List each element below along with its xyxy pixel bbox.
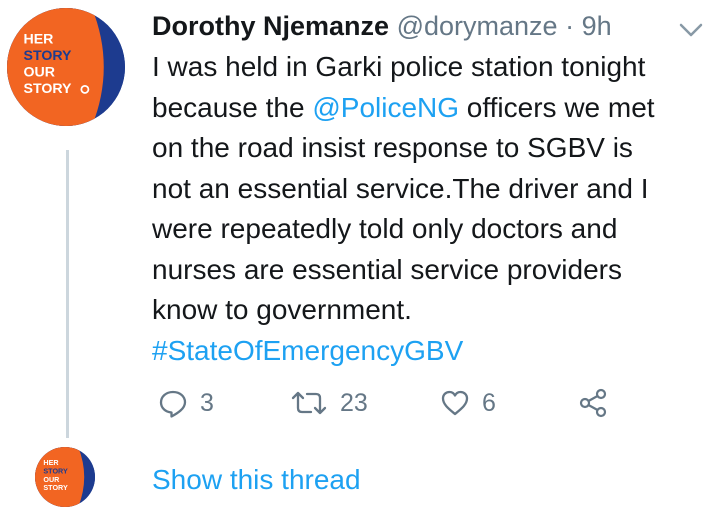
avatar-logo: HER STORY OUR STORY: [7, 8, 125, 126]
reply-icon: [159, 390, 187, 418]
caret-down-icon[interactable]: [676, 18, 706, 42]
thread-avatar[interactable]: HER STORY OUR STORY: [35, 447, 95, 507]
thread-avatar-text-story: STORY: [43, 466, 68, 475]
thread-connector-line: [66, 150, 69, 438]
tweet-text-line: on the road insist response to SGBV is: [152, 132, 633, 163]
tweet-actions: 3 23 6: [158, 383, 698, 423]
like-count: 6: [482, 388, 496, 417]
tweet-time[interactable]: 9h: [582, 11, 612, 41]
tweet-text-line: were repeatedly told only doctors and: [152, 213, 618, 244]
tweet-text: I was held in Garki police station tonig…: [152, 47, 692, 371]
avatar-text-story: STORY: [24, 48, 73, 64]
thread-avatar-text-story-2: STORY: [43, 483, 68, 492]
retweet-button[interactable]: 23: [290, 383, 368, 423]
like-button[interactable]: 6: [440, 383, 496, 423]
avatar-text-story-2: STORY: [24, 81, 73, 97]
reply-count: 3: [200, 388, 214, 417]
share-button[interactable]: [578, 383, 608, 423]
avatar-logo-small: HER STORY OUR STORY: [35, 447, 95, 507]
author-handle[interactable]: @dorymanze: [397, 11, 558, 41]
tweet-text-line: because the @PoliceNG officers we met: [152, 88, 692, 129]
share-icon: [579, 388, 607, 418]
header-separator: ·: [565, 11, 575, 41]
tweet-text-fragment: because the: [152, 91, 313, 123]
tweet-text-fragment: officers we met: [459, 91, 655, 123]
tweet-text-line: nurses are essential service providers: [152, 253, 622, 285]
tweet-header: Dorothy Njemanze @dorymanze · 9h: [152, 5, 712, 47]
avatar-text-her: HER: [24, 31, 54, 47]
author-name[interactable]: Dorothy Njemanze: [152, 11, 389, 41]
retweet-icon: [291, 391, 327, 415]
like-icon: [441, 390, 469, 416]
avatar-text-our: OUR: [24, 64, 55, 80]
avatar[interactable]: HER STORY OUR STORY: [7, 8, 125, 126]
tweet-text-line: I was held in Garki police station tonig…: [152, 51, 646, 82]
tweet-text-line: not an essential service.The driver and …: [152, 172, 649, 204]
retweet-count: 23: [340, 388, 368, 417]
thread-avatar-text-our: OUR: [43, 475, 60, 484]
hashtag-link[interactable]: #StateOfEmergencyGBV: [152, 331, 692, 372]
tweet-text-line: know to government.: [152, 294, 412, 325]
mention-link[interactable]: @PoliceNG: [312, 92, 459, 123]
show-thread-link[interactable]: Show this thread: [152, 460, 361, 500]
reply-button[interactable]: 3: [158, 383, 214, 423]
thread-avatar-text-her: HER: [43, 458, 59, 467]
